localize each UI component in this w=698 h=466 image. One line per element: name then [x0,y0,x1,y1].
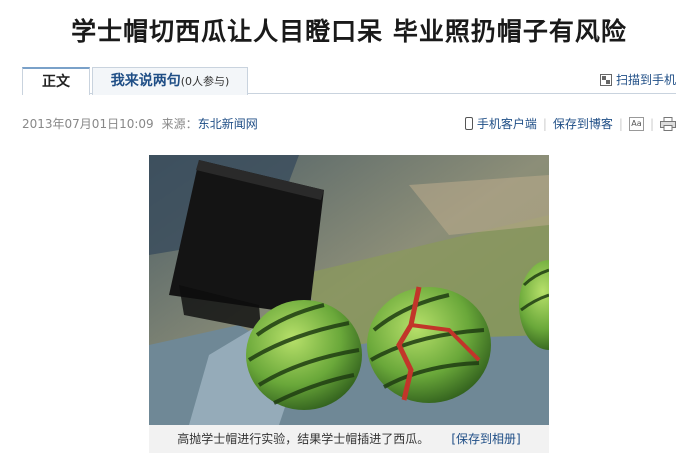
comment-count: (0人参与) [180,75,230,88]
mobile-client-link[interactable]: 手机客户端 [464,115,537,132]
source-label: 来源： [161,117,198,131]
photo-caption: 高抛学士帽进行实验，结果学士帽插进了西瓜。 [177,432,430,446]
font-size-button[interactable]: Aa [628,116,644,131]
mobile-client-label: 手机客户端 [476,117,537,131]
article-tools: 手机客户端 | 保存到博客 | Aa | [464,115,676,132]
tab-main-text[interactable]: 正文 [22,67,90,95]
tool-separator: | [649,116,654,131]
tab-main-label: 正文 [42,74,70,90]
save-to-album-link[interactable]: [保存到相册] [451,425,520,453]
tool-separator: | [618,116,623,131]
tab-comment-label: 我来说两句 [110,73,181,89]
source-link[interactable]: 东北新闻网 [198,115,258,132]
font-size-icon: Aa [628,116,644,131]
phone-icon [464,117,473,130]
print-icon [660,116,676,131]
article-meta: 2013年07月01日10:09 来源： 东北新闻网 [22,115,258,132]
qr-code-icon [599,73,612,86]
tab-comments[interactable]: 我来说两句(0人参与) [92,67,248,95]
article-tabs: 正文 我来说两句(0人参与) [22,67,676,95]
photo-caption-bar: 高抛学士帽进行实验，结果学士帽插进了西瓜。 [保存到相册] [149,425,549,453]
scan-to-phone-label: 扫描到手机 [615,73,676,87]
print-button[interactable] [660,116,676,131]
scan-to-phone-link[interactable]: 扫描到手机 [599,71,676,88]
publish-datetime: 2013年07月01日10:09 [22,117,154,131]
tool-separator: | [542,116,547,131]
watermelon-mortarboard-photo [149,155,549,425]
save-to-blog-link[interactable]: 保存到博客 [553,115,613,132]
article-photo [149,155,549,425]
article-title: 学士帽切西瓜让人目瞪口呆 毕业照扔帽子有风险 [71,17,627,46]
